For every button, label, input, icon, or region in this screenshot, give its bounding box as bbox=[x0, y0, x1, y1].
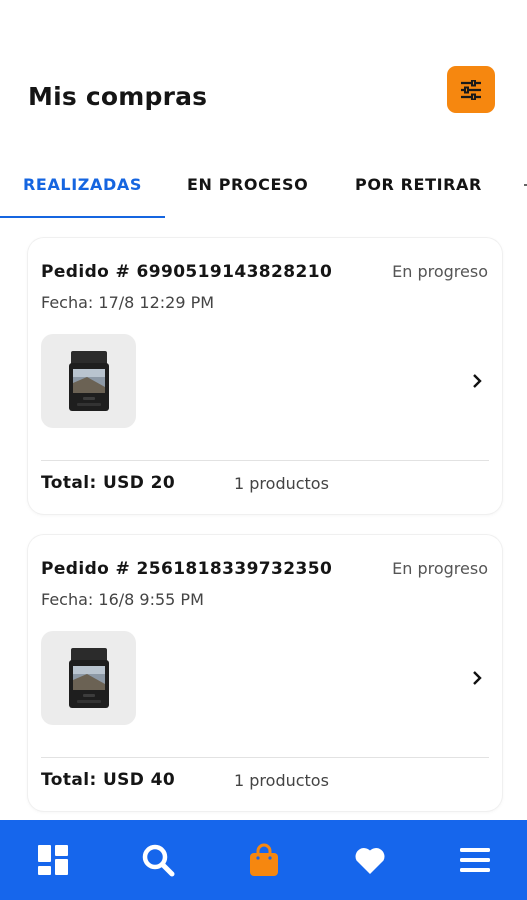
order-date: Fecha: 17/8 12:29 PM bbox=[41, 293, 215, 312]
order-list: Pedido # 6990519143828210 En progreso Fe… bbox=[0, 218, 527, 820]
menu-icon bbox=[460, 848, 490, 872]
order-status: En progreso bbox=[392, 262, 488, 281]
tab-en-proceso[interactable]: EN PROCESO bbox=[187, 175, 308, 194]
shopping-bag-icon bbox=[250, 843, 278, 876]
card-divider bbox=[41, 757, 489, 758]
order-status: En progreso bbox=[392, 559, 488, 578]
order-date: Fecha: 16/8 9:55 PM bbox=[41, 590, 204, 609]
nav-purchases[interactable] bbox=[242, 838, 286, 882]
chevron-right-icon[interactable] bbox=[468, 668, 486, 688]
tab-realizadas[interactable]: REALIZADAS bbox=[23, 175, 142, 194]
order-id: Pedido # 6990519143828210 bbox=[41, 262, 333, 282]
order-card[interactable]: Pedido # 2561818339732350 En progreso Fe… bbox=[28, 535, 502, 811]
order-product-count: 1 productos bbox=[234, 771, 329, 790]
nav-dashboard[interactable] bbox=[31, 838, 75, 882]
product-thumbnail bbox=[41, 631, 136, 725]
chevron-right-icon[interactable] bbox=[468, 371, 486, 391]
order-total: Total: USD 40 bbox=[41, 770, 176, 790]
tab-por-retirar[interactable]: POR RETIRAR bbox=[355, 175, 482, 194]
card-divider bbox=[41, 460, 489, 461]
sliders-icon bbox=[461, 79, 481, 100]
tab-bar: REALIZADAS EN PROCESO POR RETIRAR bbox=[0, 160, 527, 218]
heart-icon bbox=[355, 848, 385, 874]
dashcam-image bbox=[68, 351, 109, 411]
order-product-count: 1 productos bbox=[234, 474, 329, 493]
header: Mis compras bbox=[0, 0, 527, 150]
filter-button[interactable] bbox=[447, 66, 495, 113]
nav-menu[interactable] bbox=[453, 838, 497, 882]
search-icon bbox=[142, 844, 175, 877]
order-total: Total: USD 20 bbox=[41, 473, 176, 493]
page-title: Mis compras bbox=[28, 82, 208, 111]
dashcam-image bbox=[68, 648, 109, 708]
product-thumbnail bbox=[41, 334, 136, 428]
order-card[interactable]: Pedido # 6990519143828210 En progreso Fe… bbox=[28, 238, 502, 514]
order-id: Pedido # 2561818339732350 bbox=[41, 559, 333, 579]
nav-search[interactable] bbox=[136, 838, 180, 882]
bottom-nav bbox=[0, 820, 527, 900]
dashboard-icon bbox=[38, 845, 68, 875]
nav-favorites[interactable] bbox=[348, 838, 392, 882]
